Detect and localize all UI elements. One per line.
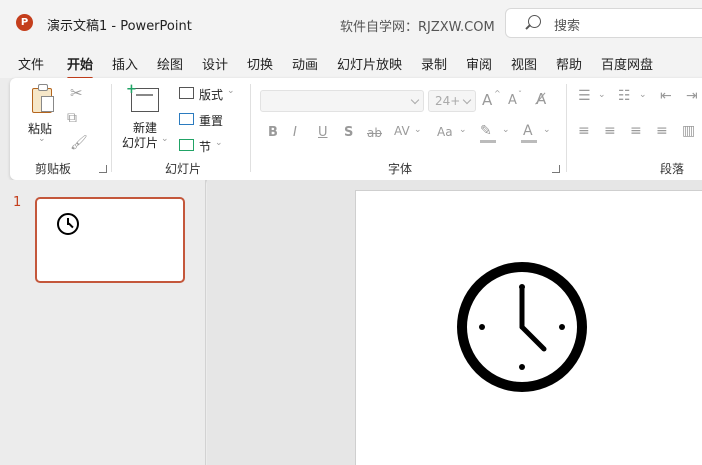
powerpoint-logo-icon: P — [16, 14, 36, 31]
change-case-dropdown-icon[interactable]: ⌄ — [459, 125, 467, 135]
slide-canvas[interactable] — [355, 190, 702, 465]
group-label-font: 字体 — [388, 162, 413, 176]
slide-number: 1 — [13, 195, 22, 210]
section-dropdown-icon[interactable]: ⌄ — [215, 138, 223, 148]
change-case-button[interactable]: Aa — [437, 125, 453, 139]
font-name-select[interactable] — [260, 90, 424, 112]
tab-draw[interactable]: 绘图 — [157, 54, 183, 73]
tab-record[interactable]: 录制 — [421, 54, 447, 73]
search-placeholder: 搜索 — [554, 19, 581, 34]
reset-icon[interactable] — [179, 113, 194, 125]
numbering-icon[interactable]: ☷ — [618, 88, 631, 104]
font-color-dropdown-icon[interactable]: ⌄ — [543, 125, 551, 135]
align-left-icon[interactable]: ≡ — [578, 123, 590, 139]
clear-formatting-icon[interactable]: A̸ — [536, 90, 546, 108]
clock-icon[interactable] — [452, 259, 592, 399]
new-slide-icon[interactable]: + — [126, 83, 159, 112]
cut-icon[interactable]: ✂ — [70, 84, 83, 102]
ribbon-home: 粘贴 ⌄ ✂ ⧉ 🖌 剪贴板 + 新建 幻灯片 ⌄ 版式 ⌄ 重置 节 ⌄ 幻灯… — [10, 78, 702, 180]
bold-button[interactable]: B — [268, 125, 278, 140]
shrink-font-icon: ˇ — [518, 90, 522, 99]
strikethrough-button[interactable]: ab — [367, 126, 382, 140]
tab-help[interactable]: 帮助 — [556, 54, 582, 73]
paste-icon[interactable] — [30, 84, 56, 114]
copy-icon[interactable]: ⧉ — [67, 110, 77, 126]
font-size-select[interactable]: 24+ — [428, 90, 476, 112]
underline-button[interactable]: U — [318, 125, 328, 140]
title-bar: P 演示文稿1 - PowerPoint 软件自学网：RJZXW.COM 搜索 — [0, 0, 702, 46]
decrease-indent-icon[interactable]: ⇤ — [660, 88, 672, 104]
tab-file[interactable]: 文件 — [18, 54, 44, 73]
grow-font-button[interactable]: A — [482, 91, 492, 109]
tab-view[interactable]: 视图 — [511, 54, 537, 73]
clock-icon — [57, 213, 79, 235]
new-slide-label-2[interactable]: 幻灯片 — [122, 134, 158, 151]
grow-font-icon: ^ — [494, 89, 501, 98]
group-label-paragraph: 段落 — [660, 162, 685, 176]
bullets-dropdown-icon[interactable]: ⌄ — [598, 90, 606, 100]
reset-button[interactable]: 重置 — [199, 112, 223, 129]
highlight-color-bar — [480, 140, 496, 143]
chevron-down-icon — [410, 95, 420, 105]
tab-review[interactable]: 审阅 — [466, 54, 492, 73]
shrink-font-button[interactable]: A — [508, 93, 517, 108]
highlight-dropdown-icon[interactable]: ⌄ — [502, 125, 510, 135]
font-launcher-icon[interactable] — [552, 165, 560, 173]
tab-design[interactable]: 设计 — [202, 54, 228, 73]
search-icon — [528, 15, 541, 28]
slide-thumbnail-1[interactable] — [35, 197, 185, 283]
tab-animations[interactable]: 动画 — [292, 54, 318, 73]
layout-dropdown-icon[interactable]: ⌄ — [227, 86, 235, 96]
increase-indent-icon[interactable]: ⇥ — [686, 88, 698, 104]
italic-button[interactable]: I — [293, 125, 297, 140]
shadow-button[interactable]: S — [344, 125, 353, 140]
tab-transitions[interactable]: 切换 — [247, 54, 273, 73]
font-color-bar — [521, 140, 537, 143]
chevron-down-icon — [462, 95, 472, 105]
format-painter-icon[interactable]: 🖌 — [70, 135, 88, 151]
section-icon[interactable] — [179, 139, 194, 151]
group-label-clipboard: 剪贴板 — [35, 162, 72, 176]
ribbon-tabs: 文件 开始 插入 绘图 设计 切换 动画 幻灯片放映 录制 审阅 视图 帮助 百… — [0, 46, 702, 80]
layout-button[interactable]: 版式 — [199, 86, 223, 103]
align-center-icon[interactable]: ≡ — [604, 123, 616, 139]
align-right-icon[interactable]: ≡ — [630, 123, 642, 139]
clipboard-launcher-icon[interactable] — [99, 165, 107, 173]
columns-icon[interactable]: ▥ — [682, 123, 695, 139]
character-spacing-button[interactable]: AV — [394, 124, 410, 138]
new-slide-dropdown-icon[interactable]: ⌄ — [161, 134, 169, 144]
layout-icon[interactable] — [179, 87, 194, 99]
tab-slideshow[interactable]: 幻灯片放映 — [337, 54, 402, 73]
numbering-dropdown-icon[interactable]: ⌄ — [639, 90, 647, 100]
bullets-icon[interactable]: ☰ — [578, 88, 591, 104]
tab-insert[interactable]: 插入 — [112, 54, 138, 73]
document-title: 演示文稿1 - PowerPoint — [47, 19, 192, 34]
character-spacing-dropdown-icon[interactable]: ⌄ — [414, 125, 422, 135]
search-box[interactable]: 搜索 — [505, 8, 702, 38]
group-label-slides: 幻灯片 — [165, 162, 202, 176]
tab-home[interactable]: 开始 — [67, 54, 94, 80]
font-color-button[interactable]: A — [523, 123, 533, 139]
highlight-icon[interactable]: ✎ — [480, 123, 492, 139]
paste-dropdown-icon[interactable]: ⌄ — [38, 134, 46, 144]
justify-icon[interactable]: ≡ — [656, 123, 668, 139]
tab-baidu-netdisk[interactable]: 百度网盘 — [601, 54, 653, 73]
watermark-text: 软件自学网：RJZXW.COM — [340, 20, 495, 35]
section-button[interactable]: 节 — [199, 138, 211, 155]
font-size-value: 24+ — [435, 94, 461, 108]
